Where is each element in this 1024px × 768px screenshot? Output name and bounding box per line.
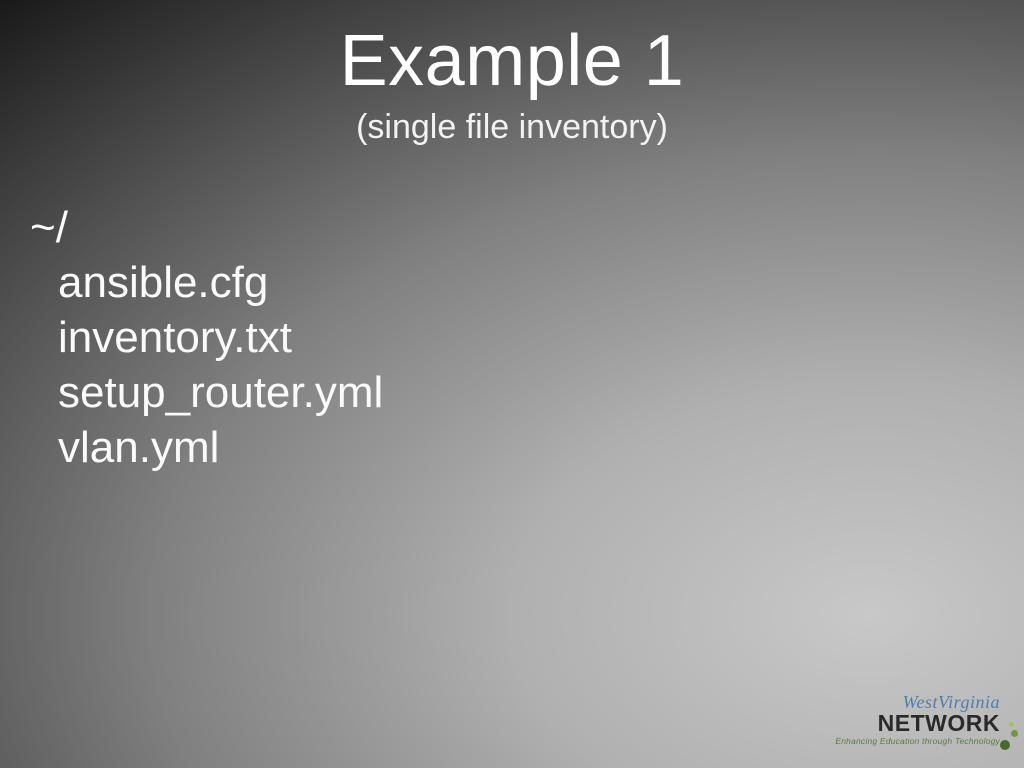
slide-subtitle: (single file inventory): [0, 108, 1024, 147]
wvnet-logo: WestVirginia NETWORK Enhancing Education…: [816, 692, 1006, 754]
fs-file: inventory.txt: [58, 310, 383, 365]
fs-file: vlan.yml: [58, 420, 383, 475]
fs-file-list: ansible.cfg inventory.txt setup_router.y…: [30, 255, 383, 475]
file-tree: ~/ ansible.cfg inventory.txt setup_route…: [30, 200, 383, 475]
slide: Example 1 (single file inventory) ~/ ans…: [0, 0, 1024, 768]
slide-title: Example 1: [0, 20, 1024, 102]
fs-root: ~/: [30, 200, 383, 255]
logo-tagline: Enhancing Education through Technology: [835, 736, 1000, 746]
fs-file: setup_router.yml: [58, 365, 383, 420]
fs-file: ansible.cfg: [58, 255, 383, 310]
logo-network-text: NETWORK: [878, 710, 1000, 737]
